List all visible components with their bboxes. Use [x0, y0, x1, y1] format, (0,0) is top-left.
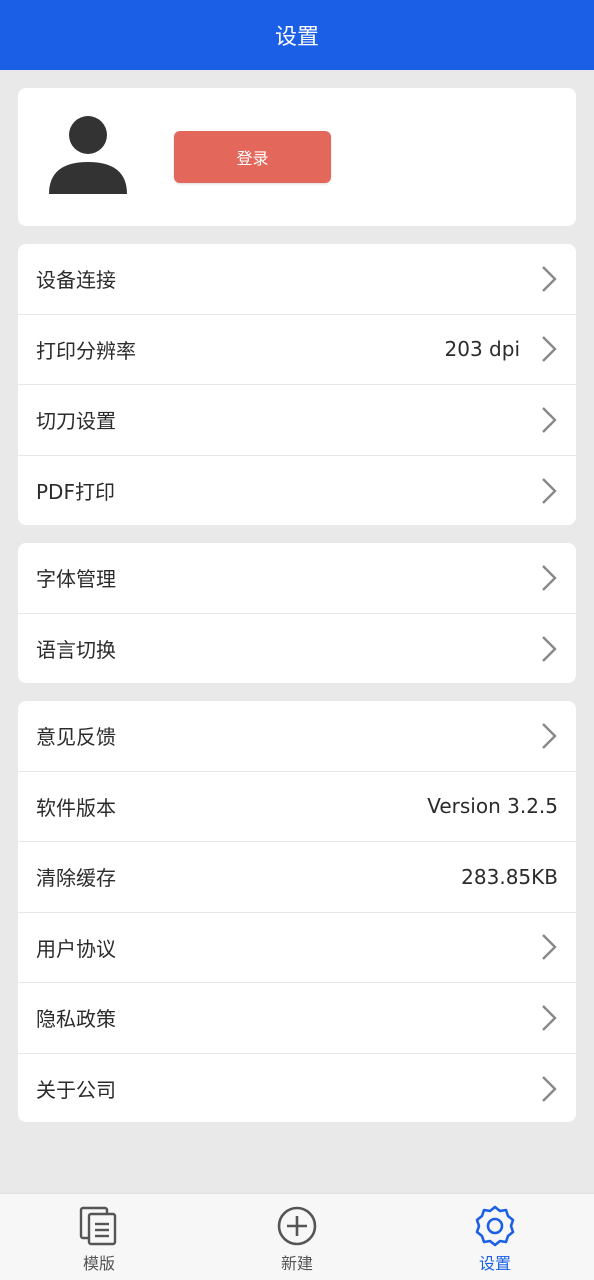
login-button[interactable]: 登录	[174, 131, 331, 183]
settings-row-device-connection[interactable]: 设备连接	[18, 244, 576, 315]
settings-row-font-management[interactable]: 字体管理	[18, 543, 576, 614]
chevron-right-icon	[542, 1075, 557, 1102]
user-avatar-icon	[49, 116, 127, 194]
page-title: 设置	[274, 25, 319, 50]
chevron-right-icon	[542, 635, 557, 662]
printer-settings-group: 设备连接 打印分辨率 203 dpi 切刀设置 PDF打印	[18, 244, 576, 525]
row-label: 隐私政策	[36, 1007, 116, 1032]
row-label: 打印分辨率	[36, 338, 136, 363]
settings-row-user-agreement[interactable]: 用户协议	[18, 913, 576, 983]
profile-card: 登录	[18, 88, 576, 226]
row-label: 软件版本	[36, 795, 116, 820]
settings-row-language[interactable]: 语言切换	[18, 614, 576, 684]
settings-row-pdf-print[interactable]: PDF打印	[18, 456, 576, 526]
chevron-right-icon	[542, 1004, 557, 1031]
settings-row-about-company[interactable]: 关于公司	[18, 1054, 576, 1123]
chevron-right-icon	[542, 934, 557, 961]
nav-item-new[interactable]: 新建	[198, 1194, 396, 1280]
about-settings-group: 意见反馈 软件版本 Version 3.2.5 清除缓存 283.85KB 用户…	[18, 701, 576, 1122]
chevron-right-icon	[542, 265, 557, 292]
row-label: 切刀设置	[36, 409, 116, 434]
settings-gear-icon	[475, 1205, 515, 1247]
general-settings-group: 字体管理 语言切换	[18, 543, 576, 683]
row-label: 语言切换	[36, 638, 116, 663]
row-label: 关于公司	[36, 1078, 116, 1103]
row-value: 203 dpi	[444, 337, 520, 362]
add-circle-icon	[277, 1206, 317, 1246]
settings-row-software-version: 软件版本 Version 3.2.5	[18, 772, 576, 842]
row-label: 字体管理	[36, 567, 116, 592]
nav-label: 设置	[478, 1254, 511, 1273]
row-label: 用户协议	[36, 936, 116, 961]
app-header: 设置	[0, 0, 594, 70]
row-label: 清除缓存	[36, 866, 116, 891]
nav-label: 新建	[280, 1254, 313, 1273]
chevron-right-icon	[542, 477, 557, 504]
nav-item-templates[interactable]: 模版	[0, 1194, 198, 1280]
nav-item-settings[interactable]: 设置	[396, 1194, 594, 1280]
row-label: 意见反馈	[36, 725, 116, 750]
row-label: PDF打印	[36, 480, 115, 505]
chevron-right-icon	[542, 564, 557, 591]
settings-row-feedback[interactable]: 意见反馈	[18, 701, 576, 772]
row-label: 设备连接	[36, 268, 116, 293]
chevron-right-icon	[542, 406, 557, 433]
chevron-right-icon	[542, 336, 557, 363]
nav-label: 模版	[82, 1254, 115, 1273]
template-icon	[79, 1206, 117, 1246]
cache-size-value: 283.85KB	[461, 864, 558, 889]
bottom-navigation: 模版 新建 设置	[0, 1193, 594, 1280]
chevron-right-icon	[542, 722, 557, 749]
settings-row-cutter[interactable]: 切刀设置	[18, 385, 576, 456]
settings-row-print-resolution[interactable]: 打印分辨率 203 dpi	[18, 315, 576, 385]
version-value: Version 3.2.5	[427, 794, 558, 819]
settings-row-clear-cache[interactable]: 清除缓存 283.85KB	[18, 842, 576, 913]
settings-row-privacy-policy[interactable]: 隐私政策	[18, 983, 576, 1054]
